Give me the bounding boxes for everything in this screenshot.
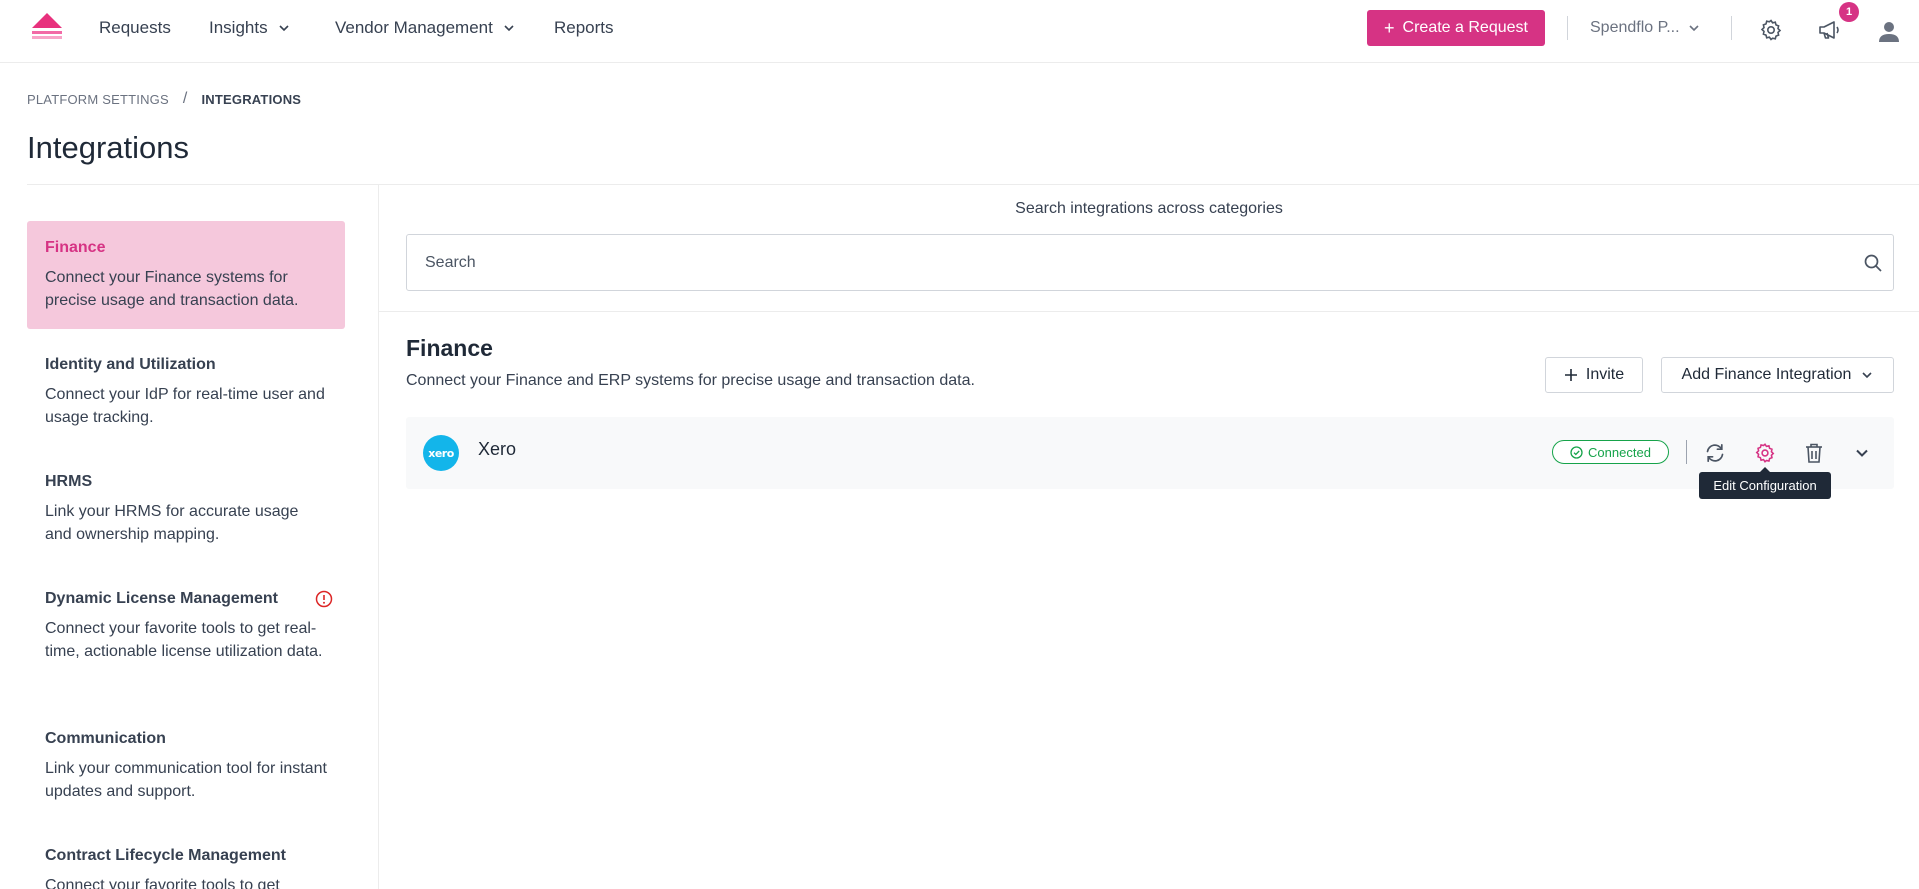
sync-button[interactable] [1702,440,1728,466]
chevron-down-icon [279,25,289,32]
nav-insights[interactable]: Insights [209,16,290,40]
alert-circle-icon [315,590,333,608]
sidebar-item-identity-utilization[interactable]: Identity and Utilization Connect your Id… [27,338,345,445]
sidebar-item-description: Link your communication tool for instant… [45,760,327,800]
sidebar-item-title: HRMS [45,473,93,490]
org-switcher[interactable]: Spendflo P... [1590,16,1700,40]
breadcrumb-platform-settings[interactable]: PLATFORM SETTINGS [27,92,169,107]
sidebar-item-title-row: Dynamic License Management [45,590,333,608]
refresh-icon [1706,443,1724,463]
add-finance-integration-label: Add Finance Integration [1681,366,1852,383]
sidebar-item-hrms[interactable]: HRMS Link your HRMS for accurate usage a… [27,455,345,562]
sidebar-item-title: Communication [45,730,166,747]
plus-icon [1564,369,1577,381]
chevron-down-icon [1862,372,1873,379]
integration-name: Xero [478,439,517,459]
status-badge: Connected [1552,440,1669,464]
expand-button[interactable] [1849,440,1875,466]
nav-vendor-management-label: Vendor Management [335,18,493,37]
sidebar-item-dynamic-license-management[interactable]: Dynamic License Management Connect your … [27,572,345,679]
integration-row-xero: xero Xero Connected [406,417,1894,489]
user-menu-button[interactable] [1876,18,1902,44]
sidebar-item-description: Connect your favorite tools to get [45,877,280,889]
notification-badge: 1 [1839,2,1859,22]
settings-button[interactable] [1758,17,1784,43]
gear-icon [1760,19,1782,41]
top-navigation: Requests Insights Vendor Management Repo… [0,0,1919,63]
search-input[interactable] [407,235,1863,290]
user-avatar-icon [1879,22,1899,42]
breadcrumb: PLATFORM SETTINGS / INTEGRATIONS [27,90,301,108]
section-description: Connect your Finance and ERP systems for… [406,372,975,389]
sidebar-item-title: Identity and Utilization [45,356,216,373]
announcements-button[interactable] [1816,17,1844,43]
sidebar-divider [378,185,379,889]
search-divider [379,311,1919,312]
sidebar-item-title: Finance [45,239,106,256]
create-request-label: Create a Request [1402,19,1528,36]
invite-button[interactable]: Invite [1545,357,1643,393]
nav-requests-label: Requests [99,18,171,37]
logo-icon[interactable] [29,11,65,43]
nav-divider [1567,16,1568,40]
sidebar-item-finance[interactable]: Finance Connect your Finance systems for… [27,221,345,329]
nav-vendor-management[interactable]: Vendor Management [335,16,515,40]
sidebar-item-communication[interactable]: Communication Link your communication to… [27,712,345,819]
xero-logo: xero [423,435,459,471]
check-circle-icon [1570,445,1583,459]
search-caption: Search integrations across categories [1015,200,1283,217]
nav-insights-label: Insights [209,18,268,37]
edit-configuration-tooltip: Edit Configuration [1699,467,1831,499]
trash-icon [1806,443,1822,463]
section-title: Finance [406,335,493,361]
nav-reports[interactable]: Reports [554,16,614,40]
search-icon[interactable] [1863,253,1883,273]
breadcrumb-integrations: INTEGRATIONS [201,91,302,107]
delete-button[interactable] [1801,440,1827,466]
nav-reports-label: Reports [554,18,614,37]
invite-label: Invite [1585,366,1625,383]
plus-icon: + [1384,17,1395,38]
row-divider [1686,440,1687,464]
page-title: Integrations [27,130,189,165]
sidebar-item-description: Link your HRMS for accurate usage and ow… [45,503,299,543]
org-label: Spendflo P... [1590,19,1680,36]
sidebar-item-contract-lifecycle-management[interactable]: Contract Lifecycle Management Connect yo… [27,829,345,889]
sidebar-item-description: Connect your Finance systems for precise… [45,269,299,309]
add-finance-integration-button[interactable]: Add Finance Integration [1661,357,1894,393]
gear-icon [1755,443,1775,463]
edit-configuration-button[interactable] [1752,440,1778,466]
megaphone-icon [1819,21,1839,39]
chevron-down-icon [504,25,514,32]
nav-divider [1731,16,1732,40]
chevron-down-icon [1856,449,1868,457]
breadcrumb-separator: / [182,90,188,107]
chevron-down-icon [1688,25,1699,32]
sidebar-item-title: Dynamic License Management [45,590,278,607]
sidebar-item-description: Connect your IdP for real-time user and … [45,386,325,426]
search-box [406,234,1894,291]
sidebar-item-description: Connect your favorite tools to get real-… [45,620,323,660]
status-label: Connected [1588,444,1651,460]
header-divider [27,184,1919,185]
create-request-button[interactable]: + Create a Request [1367,10,1545,46]
sidebar-item-title: Contract Lifecycle Management [45,847,286,864]
nav-requests[interactable]: Requests [99,16,171,40]
